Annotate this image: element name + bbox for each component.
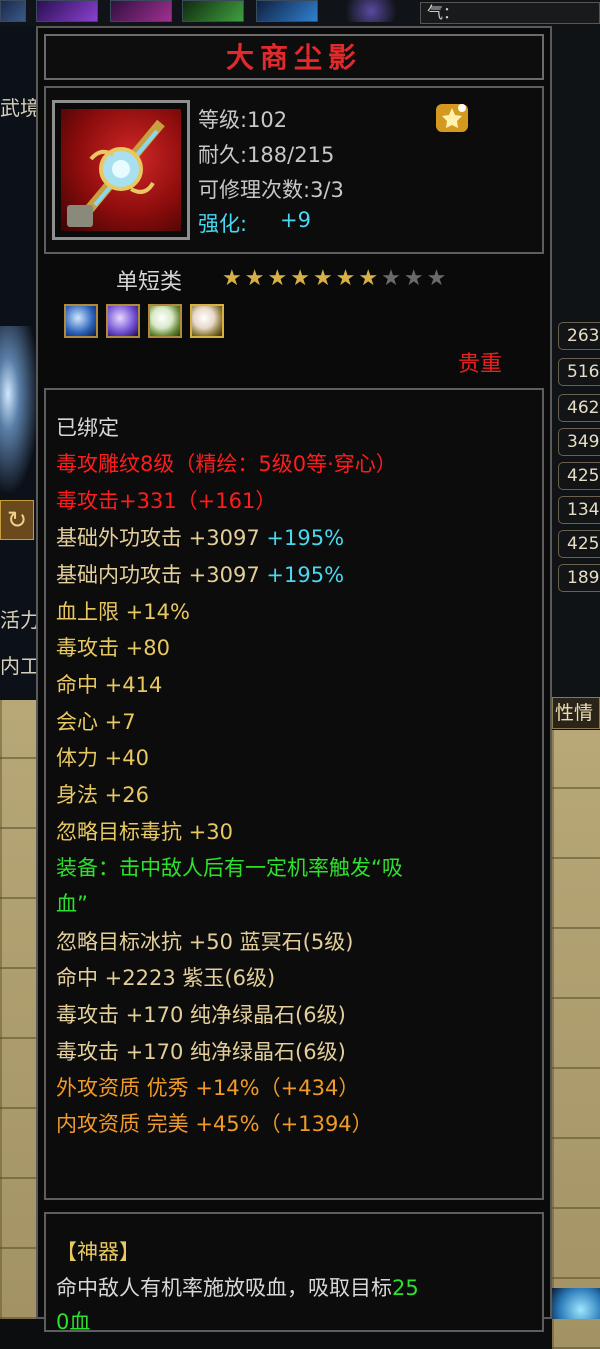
star-filled-icon: ★ [358,266,379,291]
poison-attack-base: 毒攻击+331（+161） [56,489,277,513]
left-label: 活力 [0,608,40,632]
left-label: 内工 [0,654,40,678]
dagger-icon [61,109,181,231]
skill-slot[interactable] [110,0,172,22]
quality-stars: ★ ★ ★ ★ ★ ★ ★ ★ ★ ★ [222,266,449,292]
star-filled-icon: ★ [290,266,310,291]
external-attack: 基础外功攻击 +3097 +195% [56,522,344,552]
skill-slot[interactable] [0,0,26,22]
gem-socket-sapphire-icon[interactable] [64,304,98,338]
brick-wall-right [552,730,600,1349]
star-filled-icon: ★ [335,266,356,291]
qi-bar: 气： [420,2,600,24]
gem-socket-jade-icon[interactable] [148,304,182,338]
star-badge-icon [434,100,470,134]
right-stat-field: 425 [558,462,600,490]
right-stat-field: 425 [558,530,600,558]
gem-poison-stat: 毒攻击 +170 纯净绿晶石(6级) [56,1003,346,1027]
left-label: 武境 [0,96,40,120]
right-stat-field: 263 [558,322,600,350]
bound-status: 已绑定 [56,416,119,440]
item-category: 单短类 [116,270,183,295]
gem-socket-jade-icon[interactable] [190,304,224,338]
gem-ice-stat: 忽略目标冰抗 +50 蓝冥石(5级) [56,930,354,954]
right-stat-field: 189 [558,564,600,592]
star-filled-icon: ★ [244,266,265,291]
star-filled-icon: ★ [312,266,333,291]
agility: 身法 +26 [56,783,149,807]
artifact-desc: 命中敌人有机率施放吸血，吸取目标25 [56,1272,419,1302]
equip-effect-line2: 血” [56,892,88,916]
gem-socket-amethyst-icon[interactable] [106,304,140,338]
internal-attack: 基础内功攻击 +3097 +195% [56,559,344,589]
refresh-icon[interactable]: ↻ [0,500,34,540]
critical: 会心 +7 [56,710,136,734]
right-stat-field: 462 [558,394,600,422]
external-quality: 外攻资质 优秀 +14%（+434） [56,1076,360,1100]
skill-orb-icon[interactable] [552,1288,600,1319]
item-title-bar: 大商尘影 [44,34,544,80]
star-empty-icon: ★ [381,266,401,291]
artifact-desc-text: 命中敌人有机率施放吸血，吸取目标 [56,1276,392,1300]
external-attack-pct: +195% [266,526,345,550]
item-enhance-label: 强化: [198,212,248,236]
gem-poison-stat: 毒攻击 +170 纯净绿晶石(6级) [56,1040,346,1064]
star-empty-icon: ★ [426,266,447,291]
right-tab-temperament[interactable]: 性情 [552,697,600,729]
skill-slot[interactable] [256,0,318,22]
item-enhance-value: +9 [280,208,311,232]
item-name: 大商尘影 [225,41,362,74]
item-icon-frame [52,100,190,240]
artifact-desc-cont: 0血 [56,1310,91,1334]
star-empty-icon: ★ [403,266,424,291]
item-repair-count: 可修理次数:3/3 [198,178,344,202]
internal-quality: 内攻资质 完美 +45%（+1394） [56,1112,373,1136]
star-filled-icon: ★ [222,266,242,291]
hit-rate: 命中 +414 [56,673,163,697]
internal-attack-pct: +195% [266,563,345,587]
skill-slot[interactable] [182,0,244,22]
star-filled-icon: ★ [267,266,288,291]
top-skill-bar: 气： [0,0,600,26]
engrave-line: 毒攻雕纹8级（精绘：5级0等·穿心） [56,452,397,476]
stamina: 体力 +40 [56,746,149,770]
right-stat-field: 134 [558,496,600,524]
right-stat-field: 349 [558,428,600,456]
internal-attack-value: 基础内功攻击 +3097 [56,563,260,587]
left-glow-effect [0,326,40,496]
gem-hit-stat: 命中 +2223 紫玉(6级) [56,966,276,990]
hp-limit: 血上限 +14% [56,600,190,624]
valuable-tag: 贵重 [458,352,503,377]
ignore-poison-resist: 忽略目标毒抗 +30 [56,820,233,844]
skill-slot[interactable] [36,0,98,22]
poison-attack: 毒攻击 +80 [56,636,170,660]
equip-effect-line1: 装备：击中敌人后有一定机率触发“吸 [56,856,403,880]
brick-wall-left [0,700,38,1319]
item-durability: 耐久:188/215 [198,143,335,167]
external-attack-value: 基础外功攻击 +3097 [56,526,260,550]
artifact-title: 【神器】 [56,1240,140,1264]
skill-slot[interactable] [336,0,406,22]
right-stat-field: 516 [558,358,600,386]
artifact-desc-value: 25 [392,1276,419,1300]
item-level: 等级:102 [198,108,288,132]
